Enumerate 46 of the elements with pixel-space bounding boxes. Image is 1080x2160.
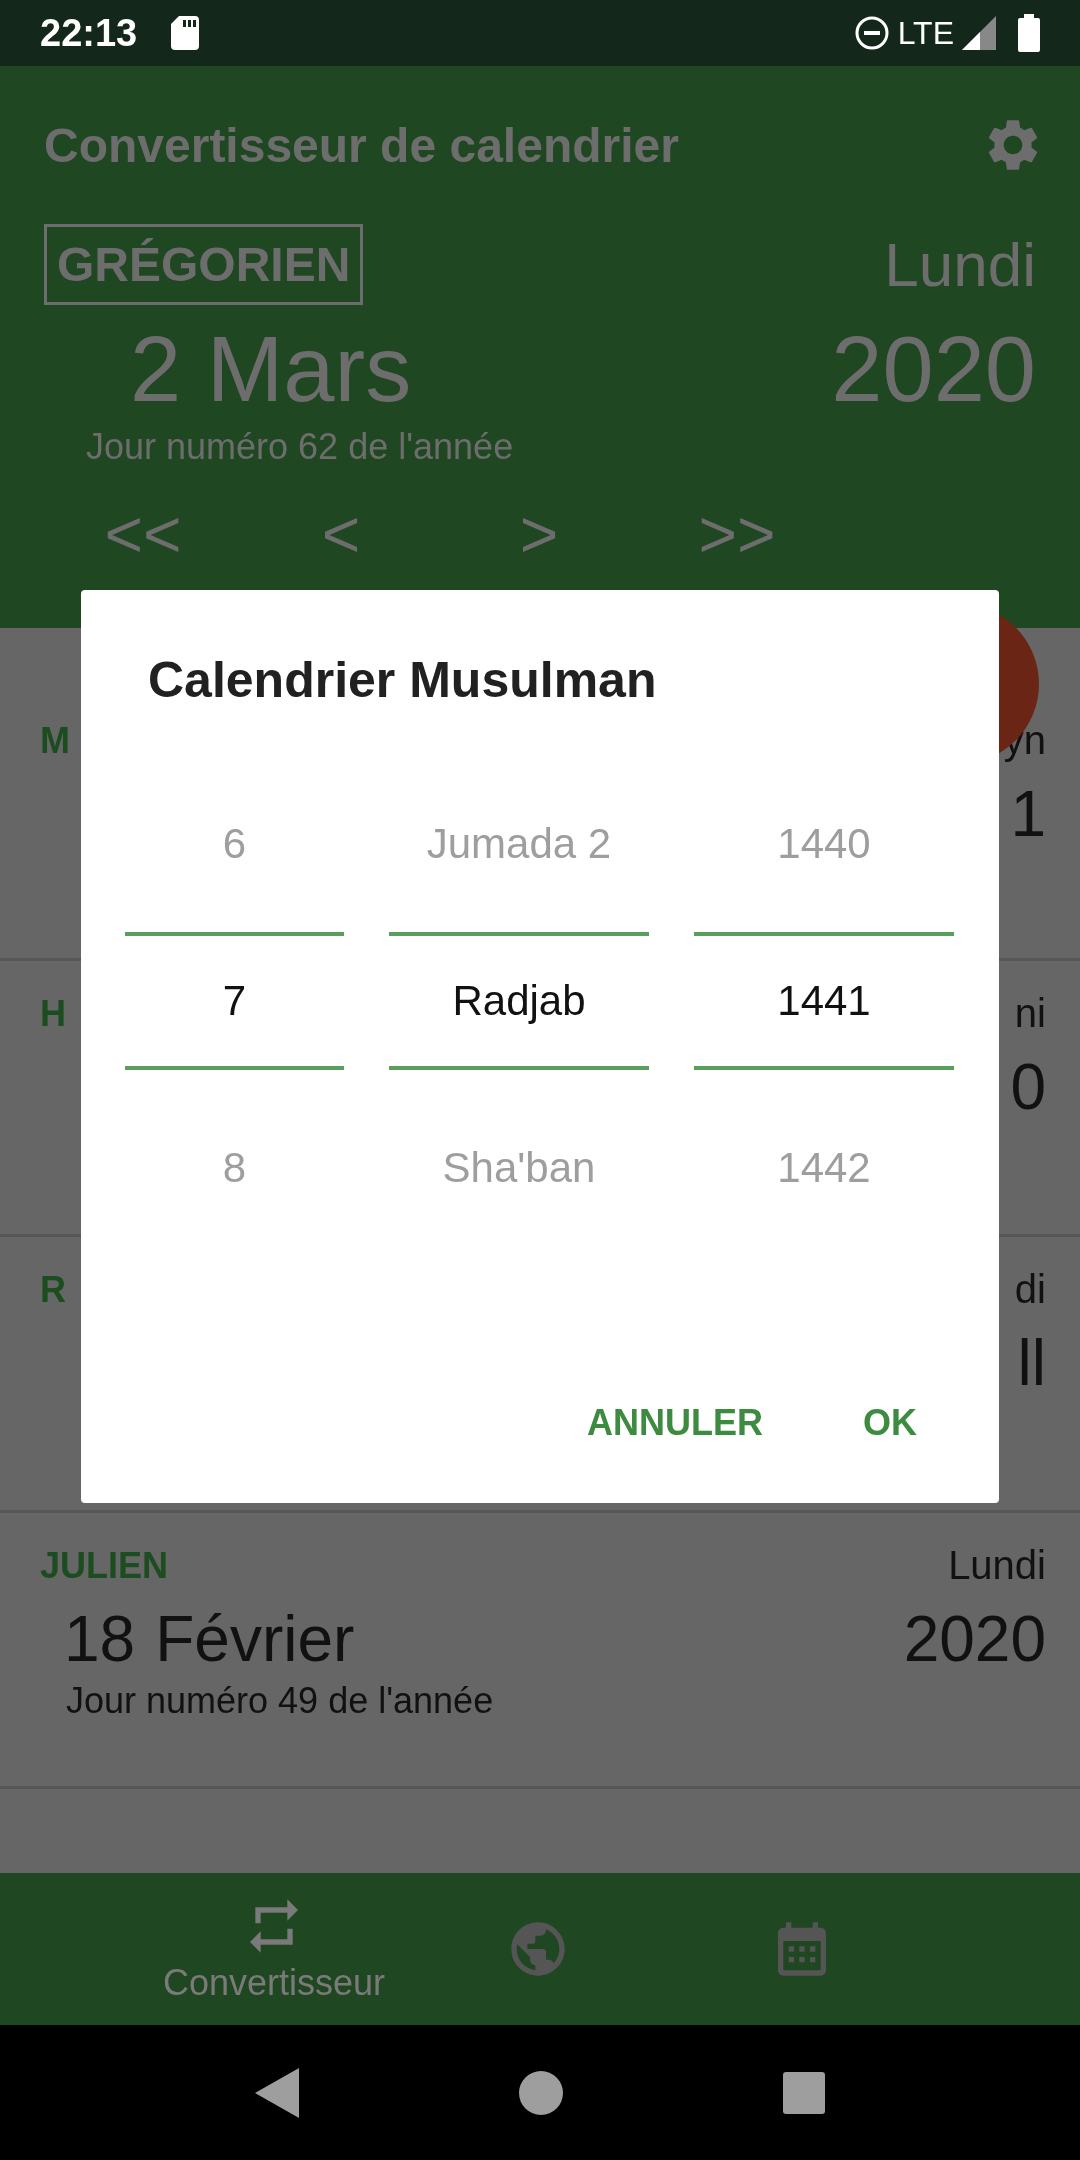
nav-tab[interactable]: Convertisseur (142, 1873, 406, 2025)
year: ll (1017, 1326, 1046, 1400)
weekday: di (1014, 1267, 1046, 1312)
picker-item[interactable]: 8 (125, 1070, 344, 1266)
calendar-label: GRÉGORIEN (44, 224, 364, 305)
calendar-name: JULIEN (40, 1544, 169, 1587)
weekday: Lundi (948, 1543, 1046, 1588)
picker-item[interactable]: 1442 (694, 1070, 954, 1266)
picker-item[interactable]: Radjab (389, 932, 649, 1070)
picker-item[interactable]: 7 (125, 932, 344, 1070)
status-time: 22:13 (40, 11, 138, 55)
nav-button[interactable]: << (44, 498, 242, 570)
home-icon[interactable] (519, 2070, 563, 2115)
do-not-disturb-icon (853, 15, 890, 51)
nav-button[interactable]: < (242, 498, 440, 570)
day-number: 18 (64, 1602, 136, 1676)
battery-icon (1018, 14, 1040, 52)
picker-item[interactable]: 1440 (694, 770, 954, 918)
year: 0 (1010, 1050, 1046, 1124)
day-of-year: Jour numéro 49 de l'année (66, 1680, 495, 1722)
weekday: ni (1014, 991, 1046, 1036)
dialog-title: Calendrier Musulman (148, 651, 657, 710)
month-name: Février (155, 1602, 355, 1676)
day-of-year: Jour numéro 62 de l'année (86, 426, 515, 468)
calendar-name: M (40, 719, 70, 762)
network-type: LTE (897, 14, 954, 52)
app-title: Convertisseur de calendrier (44, 117, 679, 173)
weekday: Lundi (884, 229, 1036, 300)
year: 2020 (903, 1602, 1046, 1676)
calendar-name: H (40, 992, 66, 1035)
picker-item[interactable]: Sha'ban (389, 1070, 649, 1266)
day-month: 2 Mars (130, 317, 412, 422)
year: 2020 (831, 317, 1036, 422)
year: 1 (1010, 777, 1046, 851)
sd-card-icon (171, 16, 200, 50)
dialog-button[interactable]: OK (841, 1384, 939, 1462)
nav-button[interactable]: > (440, 498, 638, 570)
picker-item[interactable]: 6 (125, 770, 344, 918)
picker-item[interactable]: Jumada 2 (389, 770, 649, 918)
dialog-button[interactable]: ANNULER (565, 1384, 785, 1462)
back-icon[interactable] (255, 2067, 299, 2118)
signal-icon (962, 16, 996, 50)
picker-item[interactable]: 1441 (694, 932, 954, 1070)
recents-icon[interactable] (783, 2071, 825, 2114)
nav-button[interactable]: >> (638, 498, 836, 570)
calendar-name: R (40, 1268, 66, 1311)
